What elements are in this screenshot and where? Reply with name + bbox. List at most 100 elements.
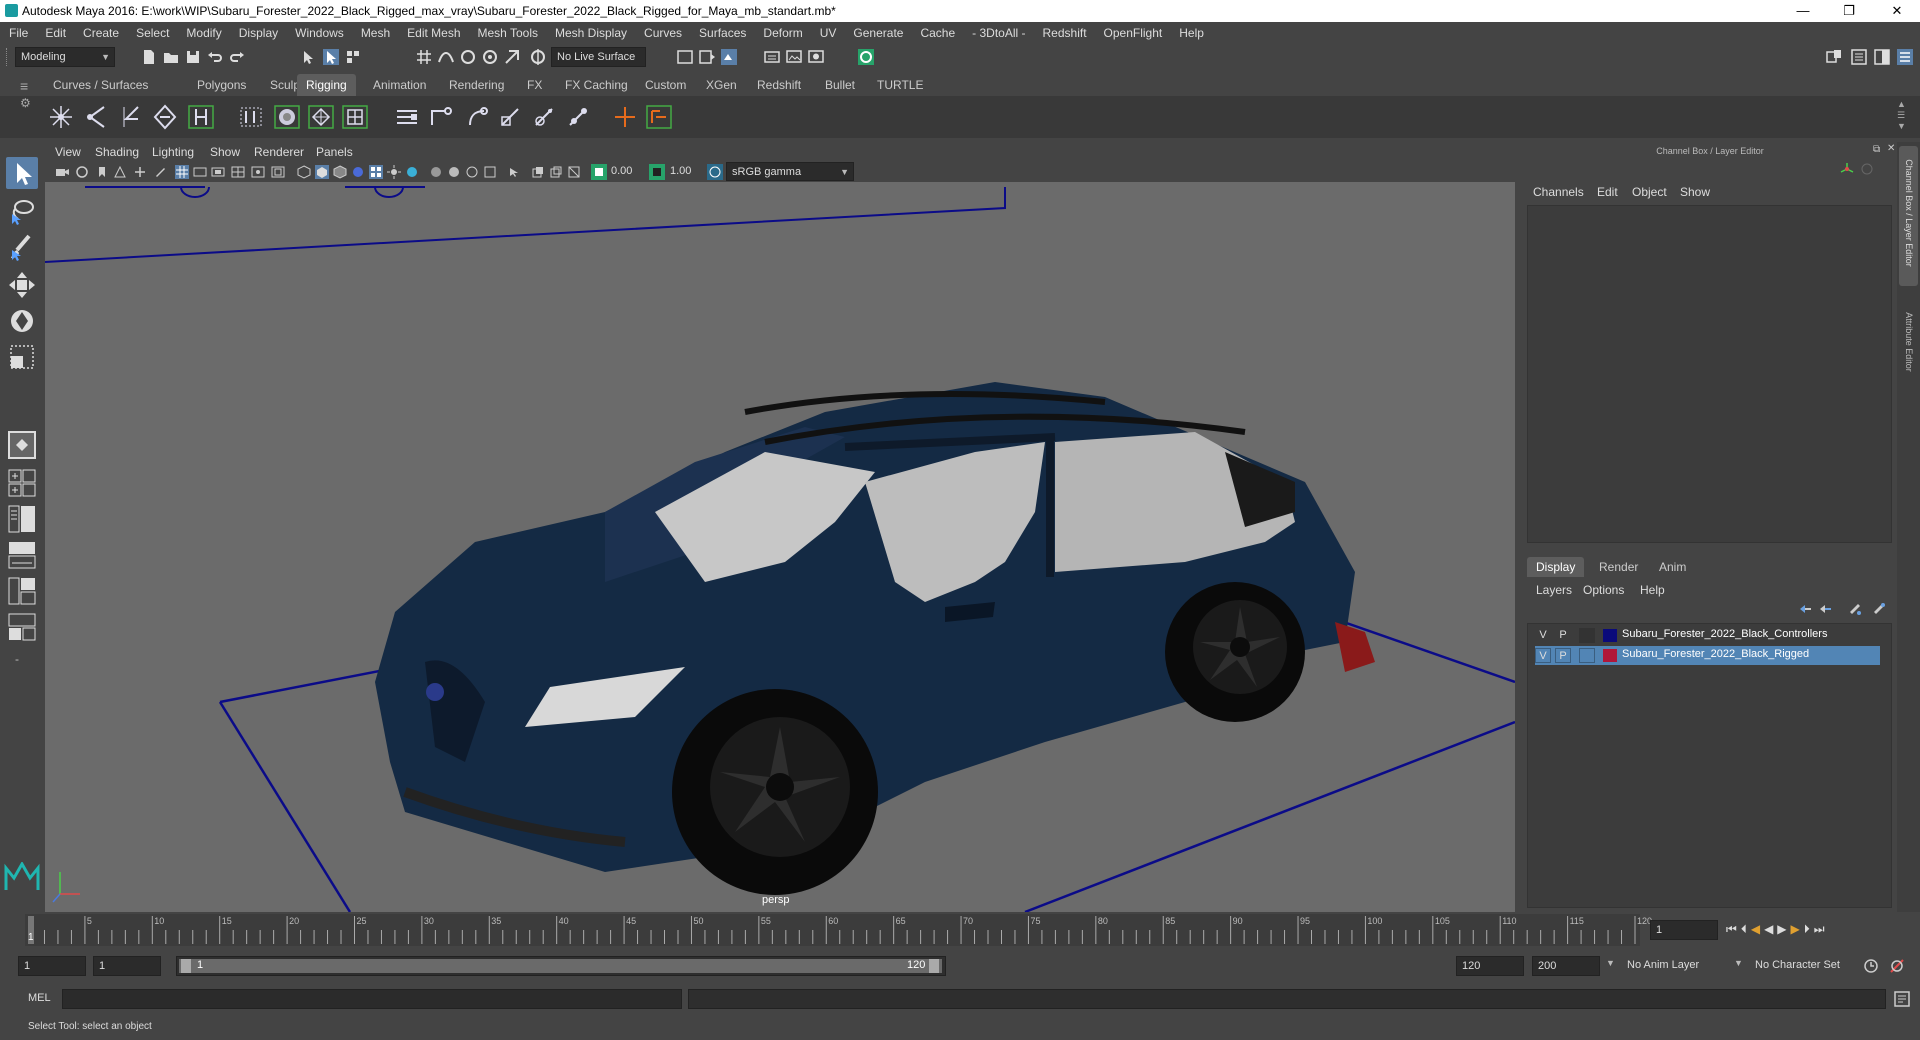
layer-display-type-toggle[interactable]: [1579, 628, 1595, 643]
layer-playback-toggle[interactable]: P: [1555, 648, 1571, 663]
shelf-tab-turtle[interactable]: TURTLE: [868, 74, 932, 96]
xray-icon[interactable]: [507, 165, 521, 179]
menu-edit[interactable]: Edit: [36, 26, 74, 40]
viewport-menu-renderer[interactable]: Renderer: [254, 145, 304, 159]
range-end-handle[interactable]: [929, 959, 939, 973]
cluster-icon[interactable]: [392, 103, 422, 131]
channel-box-toggle-icon[interactable]: [1896, 48, 1914, 66]
layer-name[interactable]: Subaru_Forester_2022_Black_Rigged: [1622, 648, 1809, 660]
shelf-tab-polygons[interactable]: Polygons: [188, 74, 255, 96]
shelf-tab-xgen[interactable]: XGen: [697, 74, 746, 96]
minimize-button[interactable]: —: [1780, 0, 1826, 22]
persp-hypershade-layout-icon[interactable]: [5, 574, 39, 608]
shelf-tab-curves-surfaces[interactable]: Curves / Surfaces: [44, 74, 157, 96]
shelf-tab-fx-caching[interactable]: FX Caching: [556, 74, 637, 96]
shelf-tab-bullet[interactable]: Bullet: [816, 74, 864, 96]
shadows-icon[interactable]: [387, 165, 401, 179]
grease-pencil-icon[interactable]: [153, 165, 167, 179]
menu-uv[interactable]: UV: [811, 26, 845, 40]
layer-row-rigged-selected[interactable]: V P Subaru_Forester_2022_Black_Rigged: [1535, 646, 1880, 665]
hypershade-icon[interactable]: [807, 48, 825, 66]
playback-end-field[interactable]: 120: [1456, 956, 1524, 976]
rotate-tool-icon[interactable]: [5, 304, 39, 338]
layer-menu-options[interactable]: Options: [1583, 583, 1624, 597]
save-scene-icon[interactable]: [184, 48, 202, 66]
shelf-menu-icon[interactable]: ≡: [20, 78, 28, 94]
menu-openflight[interactable]: OpenFlight: [1095, 26, 1171, 40]
shelf-tab-rigging[interactable]: Rigging: [297, 74, 356, 96]
joint-tool-icon[interactable]: [46, 103, 76, 131]
lasso-tool-icon[interactable]: [5, 194, 39, 228]
view-transform-dropdown[interactable]: sRGB gamma ▼: [726, 162, 854, 181]
manipulator-icon[interactable]: [1840, 162, 1854, 176]
range-slider[interactable]: 1 120: [176, 956, 946, 976]
create-layer-from-selected-icon[interactable]: [1872, 602, 1886, 616]
character-set-chevron-down-icon[interactable]: ▼: [1734, 958, 1743, 968]
viewport-menu-show[interactable]: Show: [210, 145, 240, 159]
menu-cache[interactable]: Cache: [911, 26, 963, 40]
ipr-render-icon[interactable]: [720, 48, 738, 66]
layer-color-swatch[interactable]: [1603, 629, 1617, 642]
layer-visibility-toggle[interactable]: V: [1535, 648, 1551, 663]
use-all-lights-icon[interactable]: [369, 165, 383, 179]
render-region-icon[interactable]: [676, 48, 694, 66]
layout-options-icon[interactable]: -: [15, 652, 19, 666]
wireframe-on-shaded-icon[interactable]: [333, 165, 347, 179]
menu-display[interactable]: Display: [230, 26, 286, 40]
shelf-scroll-arrows-icon[interactable]: ▲ ☰ ▼: [1897, 99, 1906, 132]
paint-select-tool-icon[interactable]: [5, 230, 39, 264]
snap-to-point-icon[interactable]: [459, 48, 477, 66]
menu-help[interactable]: Help: [1170, 26, 1212, 40]
orient-joint-icon[interactable]: [150, 103, 180, 131]
layer-menu-help[interactable]: Help: [1640, 583, 1665, 597]
four-view-layout-icon[interactable]: [5, 466, 39, 500]
undo-icon[interactable]: [206, 48, 224, 66]
menu-deform[interactable]: Deform: [754, 26, 810, 40]
time-slider[interactable]: 1 5 10 15 20 25 30 35 40 45 50 55 60 65 70 75 80 85 90 95 1…: [25, 914, 1652, 946]
xray-joints-icon[interactable]: [531, 165, 545, 179]
symmetry-icon[interactable]: [529, 48, 547, 66]
shelf-tab-custom[interactable]: Custom: [636, 74, 695, 96]
backface-culling-icon[interactable]: [567, 165, 581, 179]
snap-to-view-plane-icon[interactable]: [481, 48, 499, 66]
interactive-bind-icon[interactable]: [272, 103, 302, 131]
select-camera-icon[interactable]: [55, 165, 69, 179]
go-to-end-icon[interactable]: ⏭: [1814, 922, 1829, 936]
shelf-tab-redshift[interactable]: Redshift: [748, 74, 810, 96]
select-by-component-icon[interactable]: [344, 48, 362, 66]
image-plane-icon[interactable]: [113, 165, 127, 179]
menu-mesh-display[interactable]: Mesh Display: [546, 26, 635, 40]
xray-components-icon[interactable]: [549, 165, 563, 179]
viewport-menu-shading[interactable]: Shading: [95, 145, 139, 159]
layer-tab-render[interactable]: Render: [1590, 557, 1647, 577]
menu-generate[interactable]: Generate: [844, 26, 911, 40]
auto-keyframe-icon[interactable]: [1862, 957, 1880, 975]
ik-handle-icon[interactable]: [186, 103, 216, 131]
viewport-menu-view[interactable]: View: [55, 145, 81, 159]
open-scene-icon[interactable]: [162, 48, 180, 66]
bookmarks-icon[interactable]: [95, 165, 109, 179]
layer-tab-display[interactable]: Display: [1527, 557, 1585, 577]
script-editor-icon[interactable]: [1893, 990, 1911, 1008]
smooth-shade-icon[interactable]: [315, 165, 329, 179]
persp-graph-layout-icon[interactable]: [5, 538, 39, 572]
anim-layer-chevron-down-icon[interactable]: ▼: [1606, 958, 1615, 968]
bind-skin-icon[interactable]: [236, 103, 266, 131]
tool-settings-toggle-icon[interactable]: [1873, 48, 1891, 66]
gate-mask-icon[interactable]: [231, 165, 245, 179]
motion-blur-icon[interactable]: [429, 165, 443, 179]
orient-constraint-icon[interactable]: [496, 103, 526, 131]
make-live-icon[interactable]: [503, 48, 521, 66]
viewport-menu-panels[interactable]: Panels: [316, 145, 353, 159]
aim-constraint-icon[interactable]: [564, 103, 594, 131]
create-empty-layer-icon[interactable]: [1848, 602, 1862, 616]
color-management-icon[interactable]: [707, 164, 723, 180]
subaru-forester-model[interactable]: [375, 382, 1375, 895]
step-back-frame-icon[interactable]: ◀: [1751, 922, 1764, 936]
shelf-tab-rendering[interactable]: Rendering: [440, 74, 513, 96]
viewport-menu-lighting[interactable]: Lighting: [152, 145, 194, 159]
render-current-frame-icon[interactable]: [698, 48, 716, 66]
menu-mesh-tools[interactable]: Mesh Tools: [469, 26, 546, 40]
perspective-viewport[interactable]: persp: [45, 182, 1515, 912]
select-tool-icon[interactable]: [5, 156, 39, 190]
